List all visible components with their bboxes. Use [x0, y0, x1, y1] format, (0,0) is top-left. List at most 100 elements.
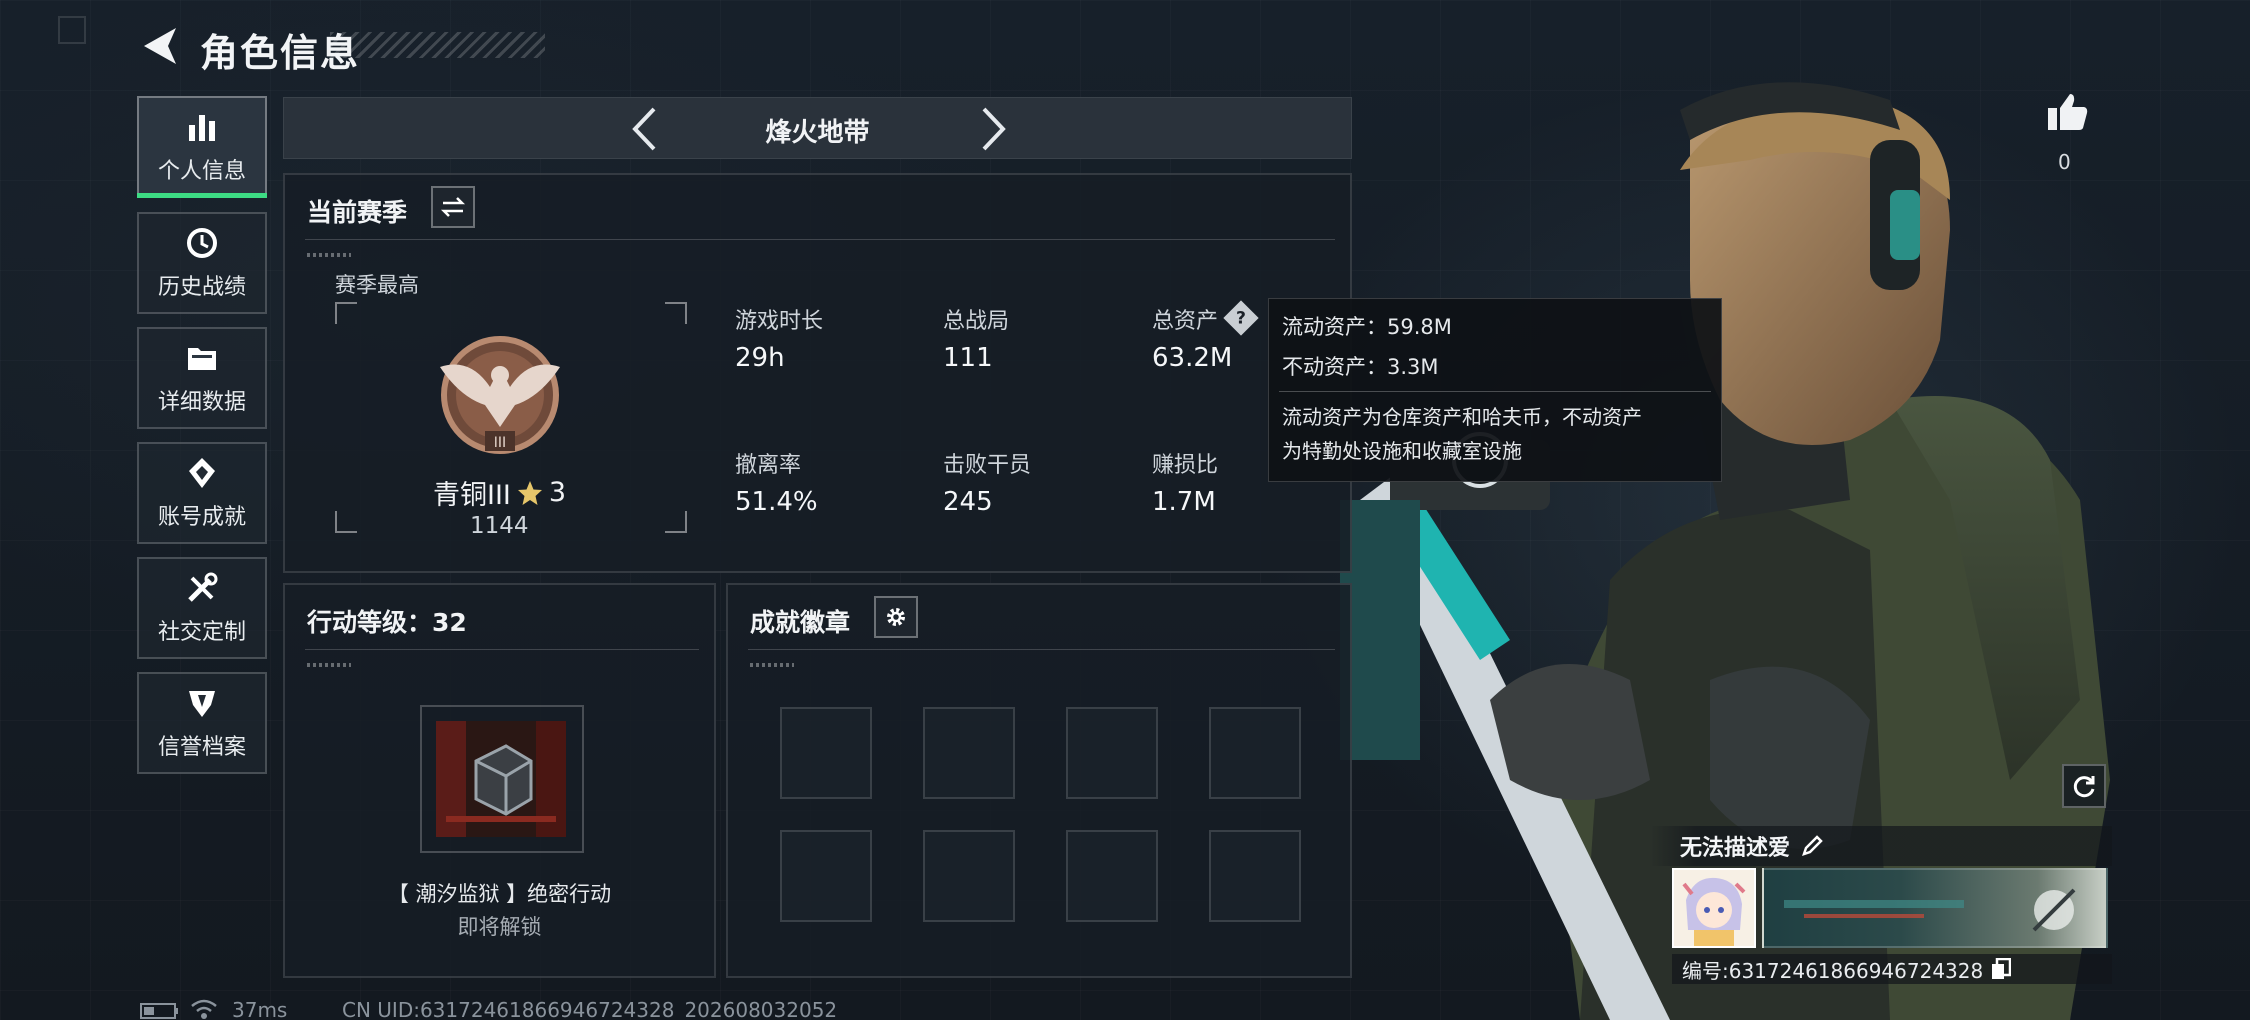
decoration-dots	[307, 663, 351, 667]
stat-label: 总战局	[943, 309, 1010, 334]
sidebar-item-label: 账号成就	[157, 505, 246, 530]
sidebar-item-achievements[interactable]: 账号成就	[137, 442, 267, 544]
folder-icon	[188, 348, 216, 370]
sidebar-item-detailed-data[interactable]: 详细数据	[137, 327, 267, 429]
tooltip-liquid-assets: 流动资产：59.8M	[1282, 315, 1452, 339]
operation-image	[436, 721, 566, 837]
badge-slot[interactable]	[923, 830, 1015, 922]
badge-slot[interactable]	[1209, 707, 1301, 799]
avatar-image	[1674, 870, 1754, 946]
tooltip-desc: 为特勤处设施和收藏室设施	[1282, 439, 1522, 463]
stat-value: 1.7M	[1152, 487, 1216, 517]
like-button[interactable]	[2046, 90, 2090, 134]
achievements-panel: 成就徽章	[726, 583, 1352, 978]
help-button[interactable]: ?	[1223, 300, 1259, 336]
player-name: 无法描述爱	[1680, 836, 1791, 861]
decoration-dots	[307, 253, 351, 257]
next-mode-button[interactable]	[974, 98, 1014, 160]
sidebar-item-reputation[interactable]: 信誉档案	[137, 672, 267, 774]
operation-card[interactable]	[420, 705, 584, 853]
stat-label: 赚损比	[1152, 453, 1219, 478]
action-level-panel: 行动等级：32 【 潮汐监狱 】绝密行动 即将解锁	[283, 583, 716, 978]
banner-image	[1784, 888, 2076, 932]
profile-banner[interactable]	[1762, 868, 2108, 948]
badge-slot[interactable]	[1209, 830, 1301, 922]
badge-slot[interactable]	[780, 707, 872, 799]
operation-status: 即将解锁	[457, 915, 542, 939]
rank-name: 青铜III	[433, 480, 511, 511]
mode-selector: 烽火地带	[283, 97, 1352, 159]
season-panel: 当前赛季 赛季最高 III 青铜III 3 1144 游戏时长 29h 总战局 …	[283, 173, 1352, 573]
operation-name: 【 潮汐监狱 】绝密行动	[387, 882, 612, 906]
sidebar-item-label: 信誉档案	[157, 735, 246, 760]
tools-icon	[188, 572, 218, 602]
bar-chart-icon	[189, 115, 215, 141]
tooltip-desc: 流动资产为仓库资产和哈夫币，不动资产	[1282, 405, 1642, 429]
sidebar-item-personal-info[interactable]: 个人信息	[137, 96, 267, 198]
badge-slot[interactable]	[923, 707, 1015, 799]
back-arrow-icon[interactable]	[138, 22, 182, 70]
achievements-heading: 成就徽章	[750, 608, 851, 637]
copy-icon[interactable]	[1991, 958, 2012, 980]
rank-numeral: III	[494, 435, 506, 451]
divider	[1279, 391, 1711, 392]
divider	[748, 649, 1335, 650]
history-clock-icon	[187, 228, 217, 258]
stat-value: 111	[943, 343, 993, 373]
rank-score: 1144	[470, 513, 529, 539]
refresh-icon	[2073, 776, 2095, 798]
chevron-right-icon	[982, 107, 1006, 151]
gear-icon	[887, 608, 905, 626]
battery-icon	[140, 1003, 178, 1019]
page-title: 角色信息	[200, 31, 361, 75]
rotate-button[interactable]	[2062, 764, 2106, 808]
badge-slot[interactable]	[1066, 707, 1158, 799]
edit-pencil-icon[interactable]	[1800, 834, 1824, 858]
rank-emblem-icon: III	[440, 336, 560, 454]
stat-value: 245	[943, 487, 993, 517]
rank-stars: 3	[548, 477, 567, 508]
badge-slot[interactable]	[780, 830, 872, 922]
frame-corner	[665, 302, 687, 324]
action-level-heading: 行动等级：32	[307, 608, 467, 637]
wifi-icon	[191, 999, 217, 1019]
stat-label: 击败干员	[943, 453, 1032, 478]
season-best-label: 赛季最高	[335, 273, 419, 297]
frame-corner	[335, 511, 357, 533]
frame-corner	[665, 511, 687, 533]
star-icon	[517, 480, 542, 505]
title-decoration	[330, 32, 545, 58]
player-id-row: 编号:63172461866946724328	[1672, 954, 2112, 984]
mode-title: 烽火地带	[765, 118, 870, 148]
avatar[interactable]	[1672, 868, 1756, 948]
badge-slot[interactable]	[1066, 830, 1158, 922]
divider	[305, 239, 1335, 240]
thumbs-up-icon	[2048, 94, 2088, 130]
stat-value: 51.4%	[735, 487, 818, 517]
switch-season-button[interactable]	[431, 186, 475, 228]
sidebar-item-history[interactable]: 历史战绩	[137, 212, 267, 314]
uid-text: CN UID:63172461866946724328_202608032052	[342, 998, 838, 1020]
tooltip-fixed-assets: 不动资产：3.3M	[1282, 355, 1439, 379]
assets-tooltip: 流动资产：59.8M 不动资产：3.3M 流动资产为仓库资产和哈夫币，不动资产 …	[1268, 298, 1722, 482]
sidebar-item-label: 个人信息	[157, 159, 246, 184]
help-icon: ?	[1236, 308, 1246, 328]
stat-label: 游戏时长	[735, 309, 824, 334]
badge-settings-button[interactable]	[874, 596, 918, 638]
player-name-row: 无法描述爱	[1650, 826, 2112, 866]
achievement-icon	[189, 458, 215, 488]
decoration-dots	[750, 663, 794, 667]
frame-corner	[335, 302, 357, 324]
swap-icon	[440, 197, 466, 217]
sidebar-item-label: 详细数据	[157, 390, 246, 415]
sidebar-item-social[interactable]: 社交定制	[137, 557, 267, 659]
season-heading: 当前赛季	[307, 198, 408, 227]
sidebar-item-label: 社交定制	[157, 620, 246, 645]
stat-label: 撤离率	[735, 453, 802, 478]
rank-title: 青铜III 3	[433, 473, 566, 512]
divider	[305, 649, 699, 650]
stat-value: 29h	[735, 343, 785, 373]
shield-badge-icon	[189, 691, 215, 717]
corner-decoration	[58, 16, 86, 44]
like-count: 0	[2058, 150, 2071, 174]
